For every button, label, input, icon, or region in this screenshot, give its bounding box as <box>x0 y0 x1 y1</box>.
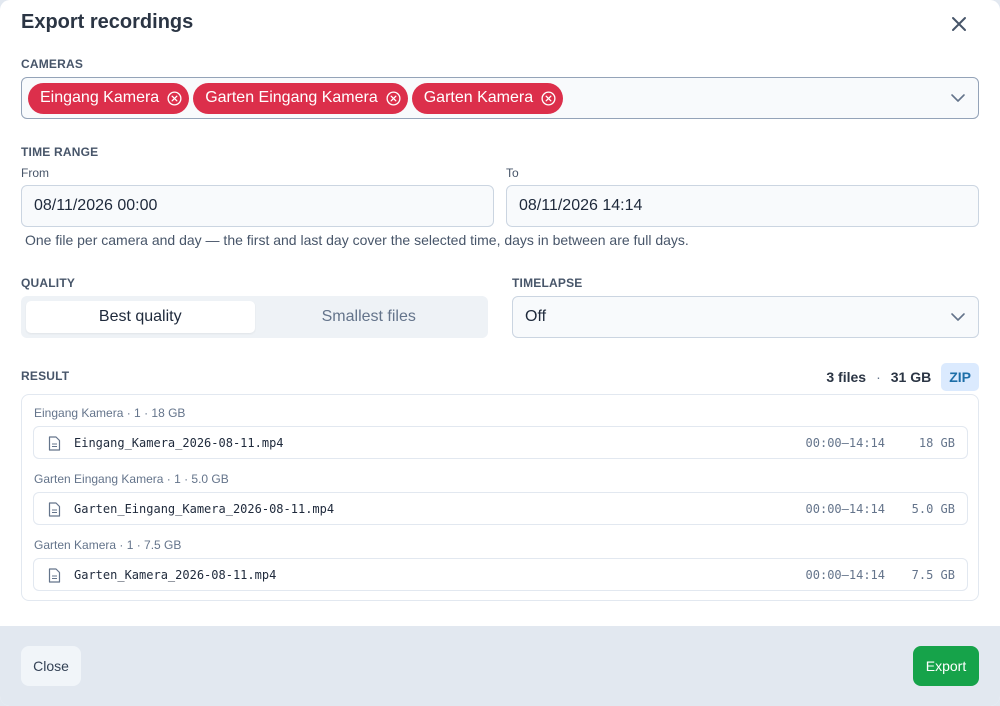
close-button[interactable]: Close <box>21 646 81 686</box>
file-time-range: 00:00–14:14 <box>805 501 885 516</box>
from-datetime-input[interactable]: 08/11/2026 00:00 <box>21 185 494 227</box>
file-size: 5.0 GB <box>911 501 955 516</box>
dialog-title: Export recordings <box>21 11 194 33</box>
file-name: Garten_Eingang_Kamera_2026-08-11.mp4 <box>74 501 335 516</box>
file-icon <box>48 436 61 451</box>
to-datetime-value: 08/11/2026 14:14 <box>519 197 643 214</box>
chevron-down-icon[interactable] <box>950 90 966 106</box>
dialog-footer: Close Export <box>0 626 1000 706</box>
from-datetime-value: 08/11/2026 00:00 <box>34 197 158 214</box>
file-name: Eingang_Kamera_2026-08-11.mp4 <box>74 435 284 450</box>
file-row: Garten_Kamera_2026-08-11.mp4 00:00–14:14… <box>33 558 968 591</box>
close-icon[interactable] <box>946 11 972 37</box>
zip-badge[interactable]: ZIP <box>941 363 979 391</box>
timelapse-select[interactable]: Off <box>512 296 979 338</box>
quality-label: QUALITY <box>21 276 76 290</box>
remove-circle-icon[interactable] <box>167 90 182 106</box>
result-list: Eingang Kamera · 1 · 18 GB Eingang_Kamer… <box>21 394 979 601</box>
camera-chip: Eingang Kamera <box>28 82 190 114</box>
cameras-label: CAMERAS <box>21 57 84 71</box>
camera-chip-label: Eingang Kamera <box>40 89 160 106</box>
file-size: 18 GB <box>918 435 955 450</box>
timelapse-value: Off <box>525 308 547 325</box>
summary-separator: · <box>876 369 881 385</box>
time-range-label: TIME RANGE <box>21 145 99 159</box>
file-row: Garten_Eingang_Kamera_2026-08-11.mp4 00:… <box>33 492 968 525</box>
file-icon <box>48 568 61 583</box>
quality-segmented-control: Best quality Smallest files <box>21 296 488 338</box>
camera-chip-label: Garten Eingang Kamera <box>205 89 378 106</box>
result-label: RESULT <box>21 369 70 383</box>
group-label: Garten Eingang Kamera · 1 · 5.0 GB <box>34 472 229 486</box>
file-row: Eingang_Kamera_2026-08-11.mp4 00:00–14:1… <box>33 426 968 459</box>
file-time-range: 00:00–14:14 <box>805 567 885 582</box>
cameras-multiselect[interactable]: Eingang Kamera Garten Eingang Kamera Gar… <box>21 77 979 119</box>
camera-chip: Garten Kamera <box>411 82 564 114</box>
from-label: From <box>21 166 49 180</box>
chevron-down-icon <box>950 309 966 325</box>
group-label: Eingang Kamera · 1 · 18 GB <box>34 406 186 420</box>
file-size: 7.5 GB <box>911 567 955 582</box>
remove-circle-icon[interactable] <box>541 90 556 106</box>
quality-option-best[interactable]: Best quality <box>26 301 255 333</box>
quality-option-smallest[interactable]: Smallest files <box>255 301 484 333</box>
export-button[interactable]: Export <box>913 646 979 686</box>
camera-chip-label: Garten Kamera <box>423 89 534 106</box>
group-label: Garten Kamera · 1 · 7.5 GB <box>34 538 182 552</box>
total-size: 31 GB <box>890 369 932 385</box>
file-time-range: 00:00–14:14 <box>805 435 885 450</box>
time-range-hint: One file per camera and day — the first … <box>25 232 689 248</box>
result-summary: 3 files · 31 GB ZIP <box>826 363 979 391</box>
timelapse-label: TIMELAPSE <box>512 276 583 290</box>
to-label: To <box>506 166 519 180</box>
to-datetime-input[interactable]: 08/11/2026 14:14 <box>506 185 979 227</box>
export-dialog: Export recordings CAMERAS Eingang Kamera… <box>0 0 1000 706</box>
files-count: 3 files <box>826 369 867 385</box>
file-icon <box>48 502 61 517</box>
file-name: Garten_Kamera_2026-08-11.mp4 <box>74 567 277 582</box>
remove-circle-icon[interactable] <box>386 90 401 106</box>
camera-chip: Garten Eingang Kamera <box>193 82 408 114</box>
